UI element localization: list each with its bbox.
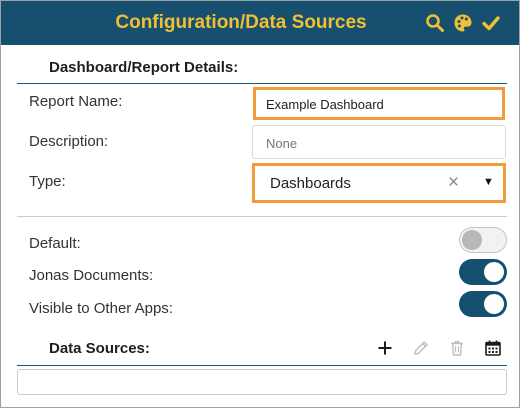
data-sources-heading: Data Sources: (49, 340, 150, 357)
details-divider (17, 83, 507, 84)
palette-icon[interactable] (453, 13, 473, 33)
visible-to-other-apps-toggle[interactable] (459, 291, 507, 317)
description-field (252, 125, 506, 160)
delete-icon[interactable] (448, 339, 466, 357)
jonas-documents-toggle[interactable] (459, 259, 507, 285)
toggle-knob (484, 262, 504, 282)
description-input[interactable] (264, 126, 498, 160)
toggle-knob (462, 230, 482, 250)
visible-to-other-apps-label: Visible to Other Apps: (29, 300, 173, 317)
toggles-divider (17, 216, 507, 217)
report-name-field (253, 87, 505, 120)
data-sources-list[interactable] (17, 369, 507, 395)
configuration-panel: Configuration/Data Sources Dashboard/Rep… (0, 0, 520, 408)
page-title: Configuration/Data Sources (115, 12, 367, 33)
add-icon[interactable] (376, 339, 394, 357)
type-selected-value: Dashboards (270, 175, 351, 192)
checkmark-icon[interactable] (481, 13, 501, 33)
type-select[interactable]: Dashboards × ▼ (252, 163, 506, 203)
search-icon[interactable] (425, 13, 445, 33)
default-label: Default: (29, 235, 81, 252)
title-bar: Configuration/Data Sources (1, 1, 519, 45)
default-toggle[interactable] (459, 227, 507, 253)
chevron-down-icon[interactable]: ▼ (483, 176, 494, 188)
edit-icon[interactable] (412, 339, 430, 357)
description-label: Description: (29, 133, 109, 150)
calendar-icon[interactable] (484, 339, 502, 357)
report-name-input[interactable] (264, 90, 498, 119)
report-name-label: Report Name: (29, 93, 123, 110)
toggle-knob (484, 294, 504, 314)
data-sources-divider (17, 365, 507, 366)
type-label: Type: (29, 173, 66, 190)
jonas-documents-label: Jonas Documents: (29, 267, 154, 284)
details-heading: Dashboard/Report Details: (49, 59, 239, 76)
clear-icon[interactable]: × (448, 172, 459, 194)
